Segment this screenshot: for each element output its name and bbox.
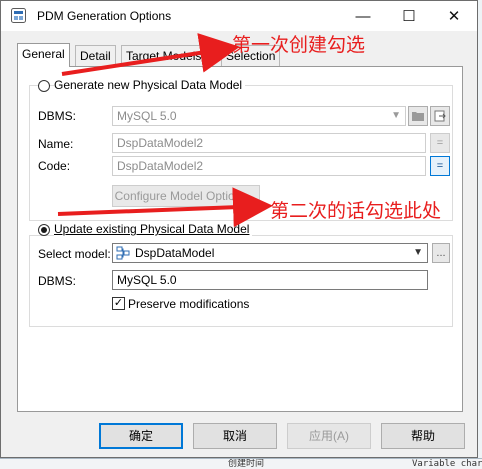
annotation-arrow-second [57, 187, 273, 228]
annotation-arrows [57, 33, 273, 228]
annotation-arrow-first [61, 33, 240, 76]
annotation-second-select: 第二次的话勾选此处 [270, 200, 442, 222]
annotation-first-create: 第一次创建勾选 [232, 34, 366, 56]
tab-general[interactable]: General [17, 43, 70, 67]
